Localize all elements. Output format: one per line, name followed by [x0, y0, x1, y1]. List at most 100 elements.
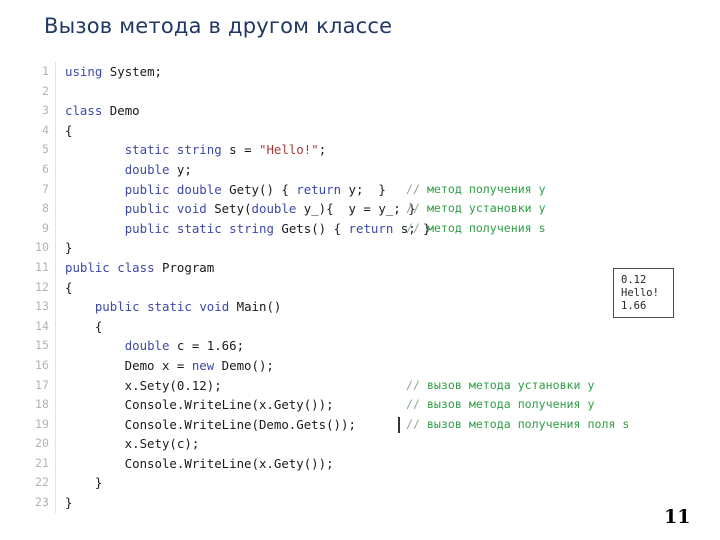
code-comment: // вызов метода установки y [406, 376, 594, 396]
code-token-kw: static [147, 299, 192, 315]
line-number: 11 [30, 257, 56, 278]
code-line-text: Console.WriteLine(x.Gety()); [56, 454, 670, 474]
code-token-plain: } [65, 475, 103, 491]
code-line: 15 double c = 1.66; [30, 336, 670, 356]
line-number: 8 [30, 199, 56, 219]
line-number: 1 [30, 62, 56, 82]
code-token-kw: using [65, 64, 103, 79]
console-output-box: 0.12 Hello! 1.66 [613, 268, 674, 318]
code-token-kw: void [199, 299, 230, 315]
code-line-text: } [56, 493, 670, 513]
line-number: 5 [30, 140, 56, 160]
code-line: 7 public double Gety() { return y; } // м… [30, 179, 670, 200]
console-output-line: Hello! [621, 287, 659, 299]
code-line-text: public static string Gets() { return s; … [56, 219, 670, 239]
code-line-text: public class Program [56, 258, 670, 278]
code-token-plain: Console.WriteLine(x.Gety()); [65, 455, 334, 471]
code-line: 12 { [30, 277, 670, 298]
line-number: 21 [30, 453, 56, 474]
code-line: 22 } [30, 473, 670, 494]
text-caret [398, 416, 400, 433]
code-token-plain: } [65, 495, 73, 511]
comment-slashes: // [406, 181, 427, 196]
code-token-kw: public [124, 181, 170, 197]
code-line: 16 Demo x = new Demo(); [30, 355, 670, 376]
line-number: 12 [30, 277, 56, 298]
code-token-plain: Console.WriteLine(x.Gety()); [65, 397, 334, 413]
code-line-text: { [56, 121, 670, 141]
code-token-kw: static [124, 142, 170, 158]
code-line: 21 Console.WriteLine(x.Gety()); [30, 453, 670, 474]
code-token-kw: double [176, 181, 222, 197]
comment-slashes: // [406, 377, 427, 392]
line-number: 14 [30, 316, 56, 337]
code-token-plain: Sety( [206, 201, 252, 217]
code-token-plain: x.Sety(c); [65, 436, 200, 452]
code-token-plain: Gety() { [221, 181, 297, 197]
code-token-plain: { [65, 318, 103, 334]
code-token-kw: return [296, 181, 342, 197]
code-line: 10} [30, 238, 670, 258]
console-output-line: 1.66 [621, 300, 647, 312]
code-comment: // метод получения s [406, 219, 546, 239]
code-line-text: public static void Main() [56, 297, 670, 317]
code-comment: // вызов метода получения поля s [406, 415, 629, 435]
line-number: 6 [30, 159, 56, 180]
code-line-text: Console.WriteLine(Demo.Gets()); // вызов … [56, 415, 670, 435]
code-line-text: double y; [56, 160, 670, 180]
code-token-plain: } [65, 240, 73, 256]
code-comment: // метод установки y [406, 199, 546, 219]
comment-body: метод установки y [426, 201, 546, 216]
code-line-text: class Demo [56, 101, 670, 121]
code-token-plain: Gets() { [273, 220, 349, 236]
code-listing: 1 using System; 2 3 class Demo 4{5 static str… [30, 62, 670, 513]
code-line: 3 class Demo [30, 101, 670, 121]
line-number: 18 [30, 395, 56, 415]
code-line-text: } [56, 473, 670, 493]
code-token-plain: Program [154, 259, 215, 275]
code-line: 2 [30, 81, 670, 102]
code-token-plain: c = 1.66; [169, 338, 245, 354]
code-line-text: static string s = "Hello!"; [56, 140, 670, 160]
comment-slashes: // [406, 416, 427, 431]
code-token-kw: void [176, 201, 207, 217]
line-number: 19 [30, 414, 56, 435]
code-token-kw: string [229, 220, 274, 236]
code-token-plain: Console.WriteLine(Demo.Gets()); [65, 416, 356, 432]
code-line-text: public double Gety() { return y; } // мет… [56, 180, 670, 200]
code-token-kw: class [65, 103, 103, 119]
line-number: 16 [30, 355, 56, 376]
code-line: 18 Console.WriteLine(x.Gety()); // вызов … [30, 395, 670, 415]
comment-body: метод получения s [426, 220, 546, 235]
code-line: 11 public class Program [30, 257, 670, 278]
code-line-text: Demo x = new Demo(); [56, 356, 670, 376]
code-token-plain: y; } [341, 181, 386, 197]
code-line-text: { [56, 317, 670, 337]
code-comment: // метод получения y [406, 180, 546, 200]
code-token-kw: string [176, 142, 222, 158]
code-line-text: x.Sety(c); [56, 434, 670, 454]
code-line: 9 public static string Gets() { return s… [30, 218, 670, 239]
code-token-kw: public [124, 201, 170, 217]
code-line-text: { [56, 278, 670, 298]
line-number: 13 [30, 297, 56, 317]
code-token-plain: { [65, 122, 73, 138]
comment-slashes: // [406, 201, 427, 216]
code-line: 23} [30, 493, 670, 513]
code-token-plain: x.Sety(0.12); [65, 377, 222, 393]
code-token-str: "Hello!" [259, 142, 319, 158]
code-line-text: x.Sety(0.12); // вызов метода установки y [56, 376, 670, 396]
code-token-plain: System; [102, 64, 162, 79]
code-token-plain: { [65, 279, 73, 295]
comment-slashes: // [406, 220, 427, 235]
